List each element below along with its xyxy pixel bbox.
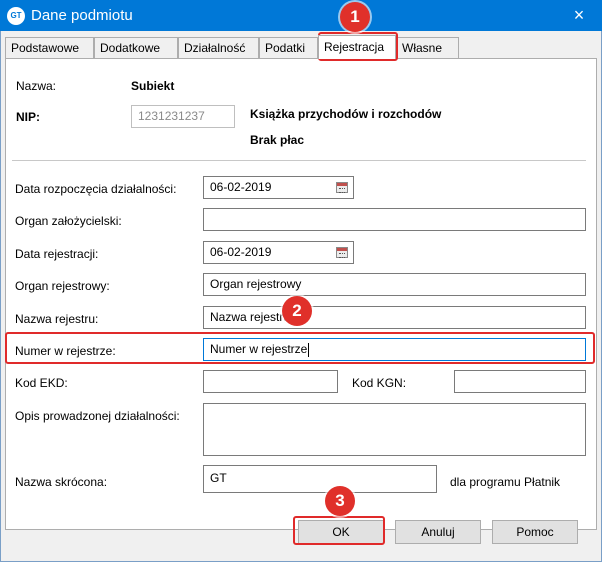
- organ-zalozycielski-field[interactable]: [203, 208, 586, 231]
- place-type: Brak płac: [250, 133, 305, 147]
- callout-badge-2: 2: [282, 296, 312, 326]
- data-rozpoczecia-field[interactable]: 06-02-2019: [203, 176, 354, 199]
- highlight-numer-w-rejestrze: [5, 332, 595, 364]
- tab-panel-rejestracja: Nazwa: Subiekt NIP: 1231231237 Książka p…: [5, 58, 597, 530]
- data-rozpoczecia-value: 06-02-2019: [210, 180, 272, 194]
- tab-dodatkowe[interactable]: Dodatkowe: [94, 37, 178, 58]
- organ-rejestrowy-label: Organ rejestrowy:: [15, 279, 110, 293]
- organ-rejestrowy-field[interactable]: Organ rejestrowy: [203, 273, 586, 296]
- nazwa-skrocona-field[interactable]: GT: [203, 465, 437, 493]
- close-icon: ×: [573, 5, 585, 25]
- anuluj-button[interactable]: Anuluj: [395, 520, 481, 544]
- data-rejestracji-label: Data rejestracji:: [15, 247, 99, 261]
- data-rejestracji-field[interactable]: 06-02-2019: [203, 241, 354, 264]
- tab-podstawowe[interactable]: Podstawowe: [5, 37, 94, 58]
- kod-kgn-label: Kod KGN:: [352, 376, 407, 390]
- organ-zalozycielski-label: Organ założycielski:: [15, 214, 122, 228]
- close-button[interactable]: ×: [556, 0, 602, 31]
- calendar-icon[interactable]: [336, 247, 348, 258]
- kod-ekd-label: Kod EKD:: [15, 376, 68, 390]
- window-title: Dane podmiotu: [31, 7, 133, 24]
- tab-podatki[interactable]: Podatki: [259, 37, 318, 58]
- tab-wlasne[interactable]: Własne: [396, 37, 459, 58]
- callout-badge-3: 3: [325, 486, 355, 516]
- kod-kgn-field[interactable]: [454, 370, 586, 393]
- opis-label: Opis prowadzonej działalności:: [15, 409, 180, 423]
- nip-label: NIP:: [16, 110, 40, 124]
- title-bar: GT Dane podmiotu ×: [0, 0, 602, 31]
- data-rejestracji-value: 06-02-2019: [210, 245, 272, 259]
- nazwa-rejestru-field[interactable]: Nazwa rejestru: [203, 306, 586, 329]
- app-icon: GT: [7, 7, 25, 25]
- callout-badge-1: 1: [340, 2, 370, 32]
- calendar-icon[interactable]: [336, 182, 348, 193]
- tab-dzialalnosc[interactable]: Działalność: [178, 37, 259, 58]
- highlight-ok-button: [293, 516, 385, 545]
- platnik-note: dla programu Płatnik: [450, 475, 561, 489]
- nazwa-label: Nazwa:: [16, 79, 57, 93]
- data-rozpoczecia-label: Data rozpoczęcia działalności:: [15, 182, 177, 196]
- opis-textarea[interactable]: [203, 403, 586, 456]
- nazwa-rejestru-label: Nazwa rejestru:: [15, 312, 99, 326]
- ksiegowosc-type: Książka przychodów i rozchodów: [250, 107, 442, 121]
- pomoc-button[interactable]: Pomoc: [492, 520, 578, 544]
- nazwa-skrocona-label: Nazwa skrócona:: [15, 475, 108, 489]
- nip-field: 1231231237: [131, 105, 235, 128]
- tab-rejestracja[interactable]: Rejestracja: [318, 35, 396, 59]
- nazwa-value: Subiekt: [131, 79, 175, 93]
- header-divider: [12, 160, 586, 161]
- kod-ekd-field[interactable]: [203, 370, 338, 393]
